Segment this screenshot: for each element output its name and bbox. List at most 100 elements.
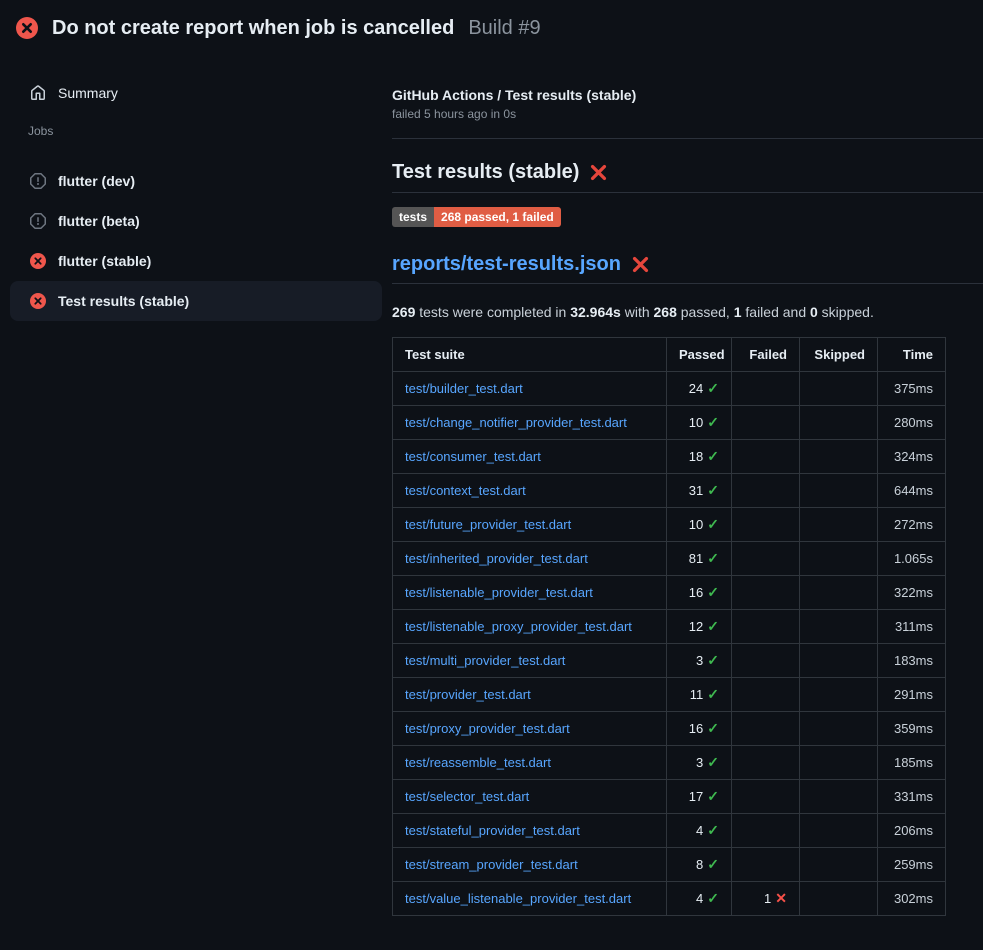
suite-link[interactable]: test/value_listenable_provider_test.dart xyxy=(405,891,631,906)
passed-count: 17 xyxy=(689,789,703,804)
failed-cross-icon xyxy=(589,163,608,182)
test-summary-sentence: 269 tests were completed in 32.964s with… xyxy=(392,304,983,320)
build-number: Build #9 xyxy=(468,17,540,40)
passed-count: 16 xyxy=(689,585,703,600)
suite-link[interactable]: test/multi_provider_test.dart xyxy=(405,653,565,668)
suite-cell: test/future_provider_test.dart xyxy=(393,508,667,542)
table-header-row: Test suitePassedFailedSkippedTime xyxy=(393,338,946,372)
passed-count: 31 xyxy=(689,483,703,498)
x-circle-icon xyxy=(30,293,46,309)
sidebar-item-job-1[interactable]: flutter (beta) xyxy=(10,201,382,241)
check-icon: ✓ xyxy=(707,754,719,770)
passed-cell: 12✓ xyxy=(667,610,732,644)
stop-icon xyxy=(30,213,46,229)
badge-value: 268 passed, 1 failed xyxy=(434,207,561,227)
passed-count: 11 xyxy=(690,687,704,702)
jobs-list: flutter (dev) flutter (beta)flutter (stab… xyxy=(0,161,392,321)
check-icon: ✓ xyxy=(707,448,719,464)
time-cell: 206ms xyxy=(878,814,946,848)
suite-link[interactable]: test/inherited_provider_test.dart xyxy=(405,551,588,566)
passed-cell: 81✓ xyxy=(667,542,732,576)
suite-link[interactable]: test/proxy_provider_test.dart xyxy=(405,721,570,736)
table-row: test/builder_test.dart24✓375ms xyxy=(393,372,946,406)
passed-count: 4 xyxy=(696,823,703,838)
suite-link[interactable]: test/stream_provider_test.dart xyxy=(405,857,578,872)
report-file-link[interactable]: reports/test-results.json xyxy=(392,253,621,276)
column-header-time: Time xyxy=(878,338,946,372)
passed-cell: 16✓ xyxy=(667,576,732,610)
passed-count: 8 xyxy=(696,857,703,872)
suite-link[interactable]: test/listenable_proxy_provider_test.dart xyxy=(405,619,632,634)
passed-count: 3 xyxy=(696,653,703,668)
summary-text: passed, xyxy=(677,304,734,320)
test-results-table: Test suitePassedFailedSkippedTime test/b… xyxy=(392,337,946,916)
table-row: test/provider_test.dart11✓291ms xyxy=(393,678,946,712)
time-cell: 183ms xyxy=(878,644,946,678)
sidebar-item-job-0[interactable]: flutter (dev) xyxy=(10,161,382,201)
failed-cell xyxy=(732,780,800,814)
summary-number: 1 xyxy=(734,304,742,320)
table-row: test/selector_test.dart17✓331ms xyxy=(393,780,946,814)
skipped-cell xyxy=(800,372,878,406)
table-row: test/inherited_provider_test.dart81✓1.06… xyxy=(393,542,946,576)
summary-number: 269 xyxy=(392,304,415,320)
sidebar-item-summary[interactable]: Summary xyxy=(10,73,382,113)
passed-count: 3 xyxy=(696,755,703,770)
summary-number: 32.964s xyxy=(570,304,621,320)
passed-cell: 10 ✓ xyxy=(667,508,732,542)
time-cell: 291ms xyxy=(878,678,946,712)
failed-cell xyxy=(732,814,800,848)
table-row: test/multi_provider_test.dart3✓183ms xyxy=(393,644,946,678)
table-row: test/consumer_test.dart18✓324ms xyxy=(393,440,946,474)
sidebar-item-job-3[interactable]: Test results (stable) xyxy=(10,281,382,321)
column-header-test-suite: Test suite xyxy=(393,338,667,372)
failed-cell xyxy=(732,474,800,508)
failed-cell xyxy=(732,508,800,542)
suite-cell: test/listenable_proxy_provider_test.dart xyxy=(393,610,667,644)
jobs-sidebar: Summary Jobs flutter (dev)flutter (beta)… xyxy=(0,56,392,321)
failed-cell xyxy=(732,610,800,644)
suite-link[interactable]: test/consumer_test.dart xyxy=(405,449,541,464)
table-row: test/value_listenable_provider_test.dart… xyxy=(393,882,946,916)
suite-link[interactable]: test/context_test.dart xyxy=(405,483,526,498)
section-title-text: Test results (stable) xyxy=(392,161,579,184)
passed-cell: 8✓ xyxy=(667,848,732,882)
table-row: test/stateful_provider_test.dart 4 ✓ 206ms xyxy=(393,814,946,848)
check-icon: ✓ xyxy=(707,516,719,532)
suite-cell: test/listenable_provider_test.dart xyxy=(393,576,667,610)
suite-link[interactable]: test/reassemble_test.dart xyxy=(405,755,551,770)
failed-cell xyxy=(732,440,800,474)
sidebar-item-job-2[interactable]: flutter (stable) xyxy=(10,241,382,281)
table-row: test/context_test.dart31✓644ms xyxy=(393,474,946,508)
suite-link[interactable]: test/selector_test.dart xyxy=(405,789,529,804)
failed-status-icon xyxy=(16,17,38,39)
failed-cell xyxy=(732,848,800,882)
column-header-failed: Failed xyxy=(732,338,800,372)
check-icon: ✓ xyxy=(707,414,719,430)
failed-cell xyxy=(732,644,800,678)
time-cell: 272ms xyxy=(878,508,946,542)
suite-link[interactable]: test/builder_test.dart xyxy=(405,381,523,396)
passed-count: 10 xyxy=(689,415,703,430)
suite-cell: test/reassemble_test.dart xyxy=(393,746,667,780)
time-cell: 359ms xyxy=(878,712,946,746)
check-icon: ✓ xyxy=(707,788,719,804)
suite-link[interactable]: test/change_notifier_provider_test.dart xyxy=(405,415,627,430)
suite-cell: test/change_notifier_provider_test.dart xyxy=(393,406,667,440)
suite-link[interactable]: test/provider_test.dart xyxy=(405,687,531,702)
summary-number: 0 xyxy=(810,304,818,320)
failed-cell xyxy=(732,406,800,440)
skipped-cell xyxy=(800,576,878,610)
job-label: flutter (dev) xyxy=(58,173,135,189)
suite-link[interactable]: test/future_provider_test.dart xyxy=(405,517,571,532)
suite-link[interactable]: test/listenable_provider_test.dart xyxy=(405,585,593,600)
check-icon: ✓ xyxy=(707,720,719,736)
job-label: Test results (stable) xyxy=(58,293,189,309)
passed-count: 24 xyxy=(689,381,703,396)
check-icon: ✓ xyxy=(707,822,719,838)
suite-link[interactable]: test/stateful_provider_test.dart xyxy=(405,823,580,838)
home-icon xyxy=(30,85,46,101)
passed-count: 10 xyxy=(689,517,703,532)
breadcrumb: GitHub Actions / Test results (stable) xyxy=(392,87,983,103)
failed-cross-icon xyxy=(631,255,650,274)
